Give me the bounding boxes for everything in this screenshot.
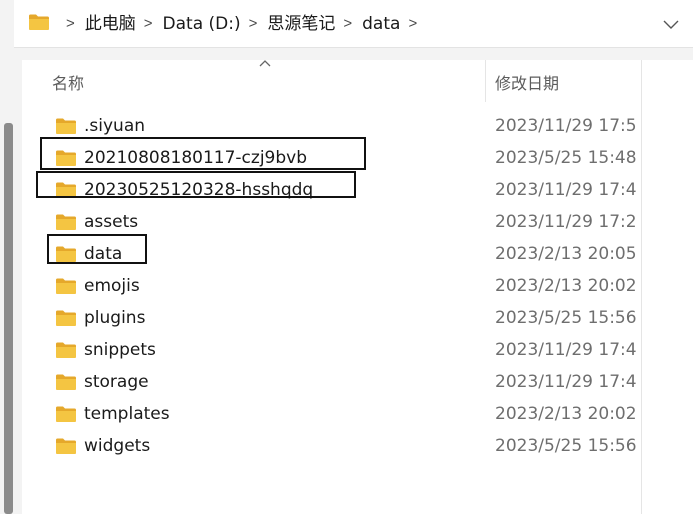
folder-icon	[56, 342, 76, 358]
breadcrumb-separator[interactable]: >	[400, 0, 427, 48]
file-name: snippets	[84, 340, 156, 360]
file-date-modified: 2023/11/29 17:4	[495, 372, 637, 392]
file-row[interactable]: emojis 2023/2/13 20:02	[22, 270, 641, 302]
file-row[interactable]: 20210808180117-czj9bvb 2023/5/25 15:48	[22, 137, 641, 174]
file-date-modified: 2023/11/29 17:4	[495, 340, 637, 360]
file-row[interactable]: widgets 2023/5/25 15:56	[22, 430, 641, 462]
file-name: widgets	[84, 436, 151, 456]
file-row[interactable]: snippets 2023/11/29 17:4	[22, 334, 641, 366]
file-row[interactable]: data 2023/2/13 20:05	[22, 234, 641, 270]
file-row[interactable]: 20230525120328-hsshqdq 2023/11/29 17:4	[22, 171, 641, 206]
annotation-highlight-box	[40, 137, 366, 170]
file-date-modified: 2023/11/29 17:5	[495, 116, 637, 136]
breadcrumb-separator[interactable]: >	[241, 0, 268, 48]
annotation-highlight-box	[47, 234, 147, 264]
column-divider[interactable]	[641, 60, 642, 514]
folder-icon	[56, 278, 76, 294]
folder-icon	[56, 374, 76, 390]
folder-icon	[29, 14, 49, 30]
file-name: plugins	[84, 308, 146, 328]
file-name: emojis	[84, 276, 140, 296]
breadcrumb-item[interactable]: 思源笔记	[267, 0, 335, 48]
annotation-highlight-box	[36, 171, 356, 198]
breadcrumb-item[interactable]: Data (D:)	[163, 0, 241, 48]
file-row[interactable]: storage 2023/11/29 17:4	[22, 366, 641, 398]
address-bar[interactable]: > 此电脑 > Data (D:) > 思源笔记 > data >	[14, 0, 693, 48]
file-date-modified: 2023/5/25 15:56	[495, 436, 637, 456]
breadcrumb-separator[interactable]: >	[58, 0, 85, 48]
file-date-modified: 2023/2/13 20:02	[495, 404, 637, 424]
file-name: storage	[84, 372, 149, 392]
folder-icon	[56, 406, 76, 422]
folder-icon	[56, 214, 76, 230]
file-date-modified: 2023/5/25 15:56	[495, 308, 637, 328]
folder-icon	[56, 118, 76, 134]
folder-icon	[56, 438, 76, 454]
file-date-modified: 2023/11/29 17:4	[495, 180, 637, 200]
navigation-pane	[0, 60, 22, 514]
file-name: templates	[84, 404, 170, 424]
file-date-modified: 2023/2/13 20:05	[495, 244, 637, 264]
scrollbar-thumb[interactable]	[4, 123, 13, 514]
file-date-modified: 2023/11/29 17:2	[495, 212, 637, 232]
column-divider[interactable]	[485, 60, 486, 102]
breadcrumb-item[interactable]: 此电脑	[85, 0, 136, 48]
file-date-modified: 2023/5/25 15:48	[495, 148, 637, 168]
column-header-date-modified[interactable]: 修改日期	[495, 70, 559, 94]
file-date-modified: 2023/2/13 20:02	[495, 276, 637, 296]
file-row[interactable]: plugins 2023/5/25 15:56	[22, 302, 641, 334]
breadcrumb-item[interactable]: data	[362, 0, 400, 48]
folder-icon	[56, 310, 76, 326]
breadcrumb-separator[interactable]: >	[335, 0, 362, 48]
breadcrumb-separator[interactable]: >	[136, 0, 163, 48]
column-header-name[interactable]: 名称	[52, 70, 84, 94]
file-rows: .siyuan 2023/11/29 17:5 20210808180117-czj…	[22, 110, 641, 462]
sort-ascending-icon	[259, 60, 271, 67]
file-row[interactable]: templates 2023/2/13 20:02	[22, 398, 641, 430]
chevron-down-icon[interactable]	[661, 14, 681, 34]
breadcrumb: > 此电脑 > Data (D:) > 思源笔记 > data >	[58, 0, 427, 48]
file-list: 名称 修改日期 .siyuan 2023/11/29 17:5 2021080818…	[22, 60, 693, 514]
